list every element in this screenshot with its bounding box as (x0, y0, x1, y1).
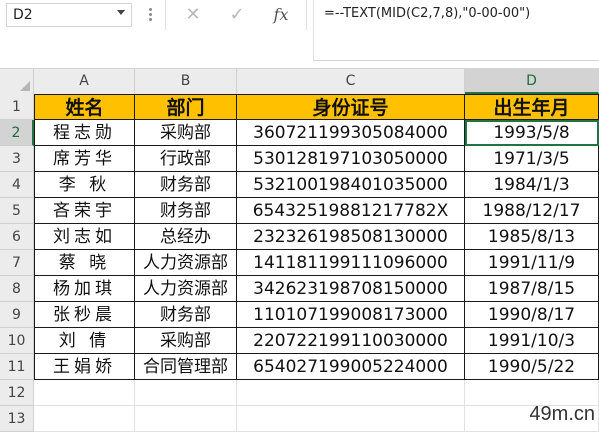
confirm-icon[interactable]: ✓ (224, 4, 250, 26)
name-box[interactable]: D2 (6, 3, 132, 27)
table-cell-id[interactable]: 530128197103050000 (237, 146, 465, 172)
header-cell-name[interactable]: 姓名 (34, 94, 135, 120)
table-cell-birth[interactable]: 1987/8/15 (465, 276, 599, 302)
table-row: 10 刘 倩采购部 220722199110030000 1991/10/3 (0, 328, 599, 354)
table-cell-name[interactable]: 程志勋 (34, 120, 135, 146)
table-cell-dept[interactable]: 总经办 (135, 224, 237, 250)
column-header-b[interactable]: B (135, 69, 237, 94)
table-cell-name[interactable]: 刘志如 (34, 224, 135, 250)
table-cell[interactable] (135, 406, 237, 432)
table-cell-id[interactable]: 65432519881217782X (237, 198, 465, 224)
table-cell[interactable] (34, 406, 135, 432)
table-cell-birth[interactable]: 1990/8/17 (465, 302, 599, 328)
table-cell-dept[interactable]: 财务部 (135, 302, 237, 328)
table-cell-id[interactable]: 141181199111096000 (237, 250, 465, 276)
table-cell-id[interactable]: 232326198508130000 (237, 224, 465, 250)
table-cell-id[interactable]: 360721199305084000 (237, 120, 465, 146)
row-header[interactable]: 6 (0, 224, 34, 250)
header-cell-id[interactable]: 身份证号 (237, 94, 465, 120)
header-cell-dept[interactable]: 部门 (135, 94, 237, 120)
table-cell-name[interactable]: 王娟娇 (34, 354, 135, 380)
table-cell[interactable] (237, 380, 465, 406)
table-cell-birth[interactable]: 1991/11/9 (465, 250, 599, 276)
table-row: 3 席芳华 行政部 530128197103050000 1971/3/5 (0, 146, 599, 172)
insert-function-icon[interactable]: fx (268, 4, 294, 26)
table-cell-name[interactable]: 席芳华 (34, 146, 135, 172)
table-cell-dept[interactable]: 财务部 (135, 172, 237, 198)
chevron-down-icon[interactable] (117, 10, 125, 15)
table-cell-id[interactable]: 110107199008173000 (237, 302, 465, 328)
table-row: 4李 秋财务部 532100198401035000 1984/1/3 (0, 172, 599, 198)
table-cell[interactable] (237, 406, 465, 432)
table-row: 6 刘志如 总经办 232326198508130000 1985/8/13 (0, 224, 599, 250)
table-cell-birth[interactable]: 1971/3/5 (465, 146, 599, 172)
table-cell-birth[interactable]: 1985/8/13 (465, 224, 599, 250)
table-cell-dept[interactable]: 行政部 (135, 146, 237, 172)
table-cell-dept[interactable]: 采购部 (135, 328, 237, 354)
column-header-c[interactable]: C (237, 69, 465, 94)
table-cell-dept[interactable]: 采购部 (135, 120, 237, 146)
table-row: 5 吝荣宇 财务部 65432519881217782X 1988/12/17 (0, 198, 599, 224)
table-cell-name[interactable]: 吝荣宇 (34, 198, 135, 224)
formula-text: =--TEXT(MID(C2,7,8),"0-00-00") (324, 6, 531, 21)
table-cell-name[interactable]: 张秒晨 (34, 302, 135, 328)
table-cell-dept[interactable]: 人力资源部 (135, 276, 237, 302)
column-header-a[interactable]: A (34, 69, 135, 94)
table-cell-birth[interactable]: 1988/12/17 (465, 198, 599, 224)
table-header-row: 1 姓名 部门 身份证号 出生年月 (0, 94, 599, 120)
row-header[interactable]: 11 (0, 354, 34, 380)
row-header[interactable]: 10 (0, 328, 34, 354)
formula-bar: D2 ✕ ✓ fx =--TEXT(MID(C2,7,8),"0-00-00") (0, 0, 599, 62)
row-header[interactable]: 2 (0, 120, 34, 146)
table-row: 9 张秒晨 财务部 110107199008173000 1990/8/17 (0, 302, 599, 328)
watermark: 49m.cn (529, 403, 595, 425)
row-header[interactable]: 7 (0, 250, 34, 276)
table-row: 11 王娟娇 合同管理部 654027199005224000 1990/5/22 (0, 354, 599, 380)
row-header[interactable]: 5 (0, 198, 34, 224)
table-cell-id[interactable]: 654027199005224000 (237, 354, 465, 380)
table-cell-name[interactable]: 蔡 晓 (34, 250, 135, 276)
table-cell-name[interactable]: 刘 倩 (34, 328, 135, 354)
row-header[interactable]: 4 (0, 172, 34, 198)
row-header[interactable]: 12 (0, 380, 34, 406)
cancel-icon[interactable]: ✕ (180, 4, 206, 26)
table-row: 12 (0, 380, 599, 406)
row-header[interactable]: 13 (0, 406, 34, 432)
table-cell-id[interactable]: 342623198708150000 (237, 276, 465, 302)
table-cell-birth[interactable]: 1990/5/22 (465, 354, 599, 380)
table-cell-name[interactable]: 李 秋 (34, 172, 135, 198)
table-cell[interactable] (135, 380, 237, 406)
row-header[interactable]: 3 (0, 146, 34, 172)
table-cell-id[interactable]: 220722199110030000 (237, 328, 465, 354)
table-cell-id[interactable]: 532100198401035000 (237, 172, 465, 198)
column-headers: A B C D (0, 69, 599, 94)
table-row: 2 程志勋 采购部 360721199305084000 1993/5/8 (0, 120, 599, 146)
table-cell-dept[interactable]: 合同管理部 (135, 354, 237, 380)
table-row: 7蔡 晓人力资源部 141181199111096000 1991/11/9 (0, 250, 599, 276)
table-cell-birth[interactable]: 1991/10/3 (465, 328, 599, 354)
column-header-d[interactable]: D (465, 69, 599, 94)
table-cell-dept[interactable]: 人力资源部 (135, 250, 237, 276)
header-cell-birth[interactable]: 出生年月 (465, 94, 599, 120)
row-header[interactable]: 9 (0, 302, 34, 328)
row-header[interactable]: 1 (0, 94, 34, 120)
table-row: 13 (0, 406, 599, 432)
name-box-value: D2 (13, 7, 33, 23)
drag-handle-icon[interactable] (149, 8, 152, 22)
row-header[interactable]: 8 (0, 276, 34, 302)
table-cell-birth[interactable]: 1993/5/8 (465, 120, 599, 146)
formula-buttons: ✕ ✓ fx (165, 0, 307, 30)
table-cell-dept[interactable]: 财务部 (135, 198, 237, 224)
formula-input[interactable]: =--TEXT(MID(C2,7,8),"0-00-00") (313, 0, 599, 61)
spreadsheet-grid: A B C D 1 姓名 部门 身份证号 出生年月 2 程志勋 采购部 3607211… (0, 68, 599, 432)
select-all-button[interactable] (0, 69, 34, 94)
table-cell-name[interactable]: 杨加琪 (34, 276, 135, 302)
table-cell[interactable] (34, 380, 135, 406)
table-cell-birth[interactable]: 1984/1/3 (465, 172, 599, 198)
table-row: 8 杨加琪 人力资源部 342623198708150000 1987/8/15 (0, 276, 599, 302)
